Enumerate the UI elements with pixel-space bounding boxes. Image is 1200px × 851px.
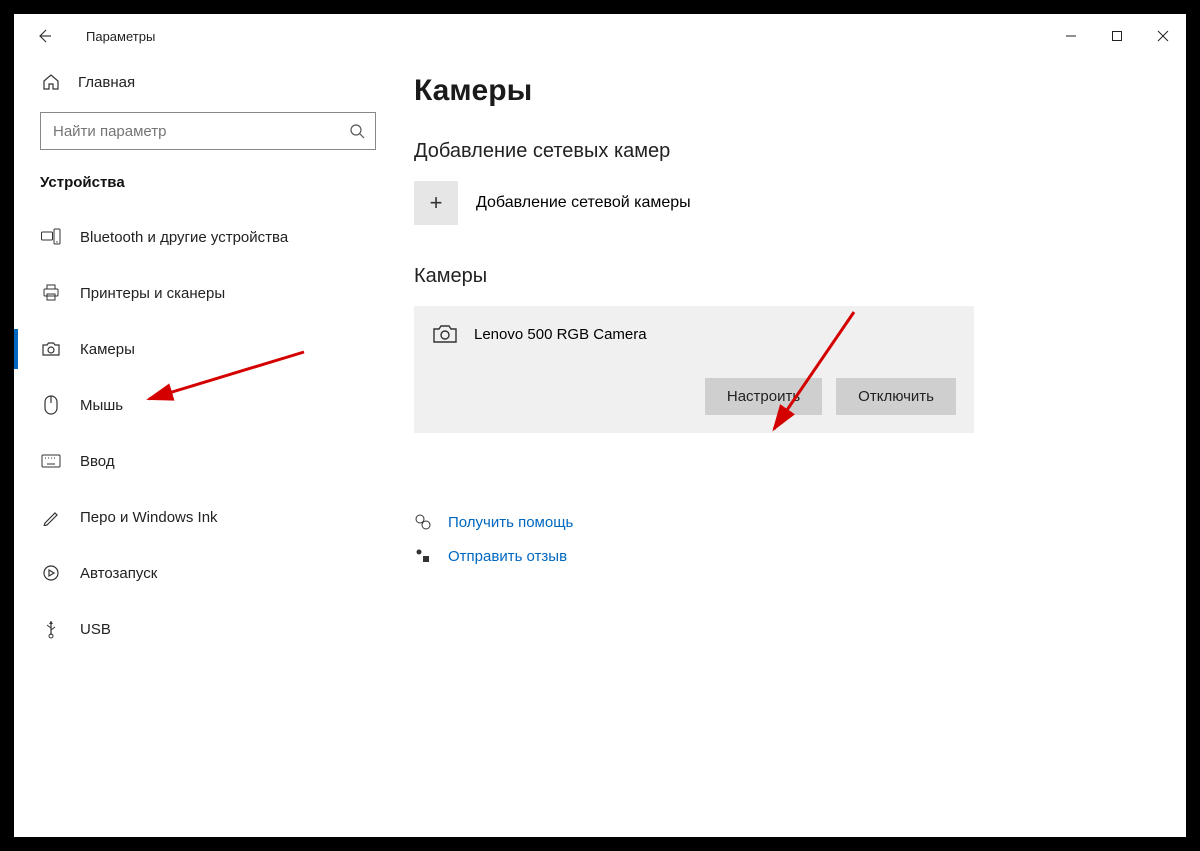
sidebar-item-label: Перо и Windows Ink [80,509,218,526]
device-name: Lenovo 500 RGB Camera [474,326,647,343]
sidebar: Главная Устройства Bluetooth и другие ус… [14,58,394,837]
configure-button[interactable]: Настроить [705,378,822,415]
help-links: Получить помощь Отправить отзыв [414,513,1166,565]
sidebar-item-label: Камеры [80,341,135,358]
main-content: Камеры Добавление сетевых камер + Добавл… [414,74,1166,837]
send-feedback-link[interactable]: Отправить отзыв [448,548,567,565]
device-header: Lenovo 500 RGB Camera [432,324,956,344]
sidebar-item-bluetooth[interactable]: Bluetooth и другие устройства [14,209,394,265]
settings-window: Параметры Главная Устройства Bluetooth и… [14,14,1186,837]
home-icon [40,73,62,91]
disable-button[interactable]: Отключить [836,378,956,415]
usb-icon [40,619,62,639]
search-icon [349,123,365,139]
feedback-icon [414,547,434,565]
close-button[interactable] [1140,20,1186,52]
sidebar-section-label: Устройства [14,164,394,209]
list-section-title: Камеры [414,265,1166,288]
device-actions: Настроить Отключить [432,378,956,415]
sidebar-home-label: Главная [78,74,135,91]
autoplay-icon [40,564,62,582]
search-input[interactable] [53,123,349,140]
sidebar-item-mouse[interactable]: Мышь [14,377,394,433]
sidebar-item-autoplay[interactable]: Автозапуск [14,545,394,601]
get-help-link[interactable]: Получить помощь [448,514,573,531]
search-box[interactable] [40,112,376,150]
pen-icon [40,508,62,526]
maximize-button[interactable] [1094,20,1140,52]
add-network-camera-label: Добавление сетевой камеры [476,194,691,212]
page-title: Камеры [414,74,1166,108]
window-controls [1048,20,1186,52]
feedback-row: Отправить отзыв [414,547,1166,565]
minimize-button[interactable] [1048,20,1094,52]
sidebar-item-printers[interactable]: Принтеры и сканеры [14,265,394,321]
camera-icon [432,324,458,344]
sidebar-home[interactable]: Главная [14,58,394,106]
arrow-left-icon [36,28,52,44]
sidebar-item-label: Bluetooth и другие устройства [80,229,288,246]
sidebar-item-typing[interactable]: Ввод [14,433,394,489]
camera-icon [40,341,62,357]
back-button[interactable] [22,14,66,58]
maximize-icon [1111,30,1123,42]
add-section-title: Добавление сетевых камер [414,140,1166,163]
titlebar: Параметры [14,14,1186,58]
sidebar-item-label: Автозапуск [80,565,157,582]
close-icon [1157,30,1169,42]
help-icon [414,513,434,531]
printer-icon [40,284,62,302]
keyboard-icon [40,454,62,468]
sidebar-item-label: Ввод [80,453,115,470]
window-title: Параметры [86,29,155,44]
mouse-icon [40,395,62,415]
plus-icon: + [414,181,458,225]
sidebar-item-label: Мышь [80,397,123,414]
sidebar-item-pen[interactable]: Перо и Windows Ink [14,489,394,545]
sidebar-item-usb[interactable]: USB [14,601,394,657]
camera-device-card[interactable]: Lenovo 500 RGB Camera Настроить Отключит… [414,306,974,433]
sidebar-item-cameras[interactable]: Камеры [14,321,394,377]
devices-icon [40,228,62,246]
minimize-icon [1065,30,1077,42]
help-row: Получить помощь [414,513,1166,531]
add-network-camera[interactable]: + Добавление сетевой камеры [414,181,1166,225]
sidebar-item-label: Принтеры и сканеры [80,285,225,302]
sidebar-item-label: USB [80,621,111,638]
